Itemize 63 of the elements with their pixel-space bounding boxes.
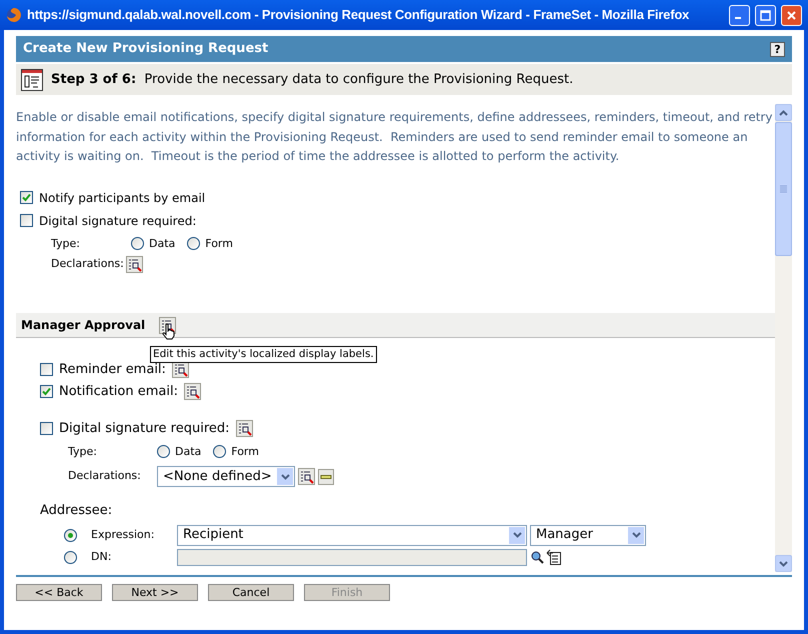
radio-label: DN: (91, 548, 112, 565)
search-icon[interactable] (530, 550, 544, 564)
step-text: Step 3 of 6: Provide the necessary data to configure the Provisioning Request. (51, 70, 574, 89)
section-title: Manager Approval (21, 317, 146, 334)
radio-label: Form (231, 444, 259, 460)
checkbox[interactable] (40, 363, 53, 376)
radio-button[interactable] (187, 237, 200, 250)
checkbox-label: Digital signature required: (59, 420, 230, 438)
window-title: https://sigmund.qalab.wal.novell.com - Provisioning Request Configuration Wizard - FrameSet - Mozilla Firefox (27, 6, 690, 24)
dn-input-field[interactable] (177, 548, 527, 566)
help-button[interactable]: ? (770, 42, 785, 56)
minus-icon[interactable] (318, 468, 334, 484)
dropdown[interactable]: <None defined> (157, 466, 295, 487)
chevron-down-icon[interactable] (632, 532, 640, 538)
checkbox-label: Digital signature required: (39, 212, 196, 230)
dropdown[interactable]: Recipient (177, 524, 527, 546)
tooltip: Edit this activity's localized display labels. (150, 346, 377, 363)
scroll-down-icon[interactable] (779, 560, 788, 566)
wizard-button[interactable]: << Back (16, 584, 102, 601)
wizard-icon (21, 68, 43, 90)
scroll-up-icon[interactable] (779, 110, 788, 116)
scrollbar[interactable] (775, 104, 792, 572)
radio-label: Data (149, 236, 176, 252)
chevron-down-icon[interactable] (512, 532, 522, 538)
chevron-down-icon[interactable] (280, 474, 290, 480)
field-label: Declarations: (51, 256, 124, 272)
minimize-button[interactable] (729, 4, 750, 26)
checkbox[interactable] (20, 214, 33, 227)
maximize-button[interactable] (755, 4, 776, 26)
close-button[interactable] (781, 4, 802, 26)
browser-logo-icon (6, 7, 22, 23)
checkbox-label: Notification email: (59, 382, 178, 400)
wizard-button[interactable]: Cancel (208, 584, 294, 601)
wizard-button[interactable]: Next >> (112, 584, 198, 601)
field-label: Type: (51, 236, 81, 252)
checkbox-label: Reminder email: (59, 361, 166, 379)
close-icon (786, 10, 797, 20)
checkbox[interactable] (40, 384, 53, 398)
list-magnifier-icon[interactable] (184, 382, 201, 400)
radio-button[interactable] (213, 445, 226, 458)
intro-paragraph: Enable or disable email notifications, specify digital signature requirements, define addressees, reminders, timeout, and retry information for each activity within the Provisioning Reqeust. Reminders are used to send reminder email to someone an activity is waiting on. Timeout is the period of time the addressee is allotted to perform the activity. (16, 109, 774, 165)
field-label: Declarations: (68, 468, 142, 484)
radio-label: Form (205, 236, 233, 252)
maximize-icon (760, 10, 771, 20)
list-magnifier-icon[interactable] (236, 420, 253, 438)
field-label: Type: (68, 444, 98, 460)
checkbox-label: Notify participants by email (39, 190, 206, 206)
radio-button[interactable] (157, 445, 170, 458)
minimize-icon (735, 17, 741, 19)
grip-icon (780, 185, 787, 193)
radio-button[interactable] (64, 528, 77, 542)
list-magnifier-icon[interactable] (298, 468, 315, 485)
dropdown[interactable]: Manager (530, 524, 646, 546)
radio-label: Data (175, 444, 202, 460)
radio-button[interactable] (64, 550, 77, 564)
checkbox[interactable] (40, 422, 53, 436)
list-magnifier-icon[interactable] (126, 256, 143, 273)
radio-label: Expression: (91, 526, 156, 543)
document-icon[interactable] (546, 549, 562, 565)
field-label: Addressee: (40, 502, 114, 520)
checkbox[interactable] (20, 191, 33, 204)
radio-button[interactable] (131, 237, 144, 250)
page-title: Create New Provisioning Request (23, 40, 268, 58)
